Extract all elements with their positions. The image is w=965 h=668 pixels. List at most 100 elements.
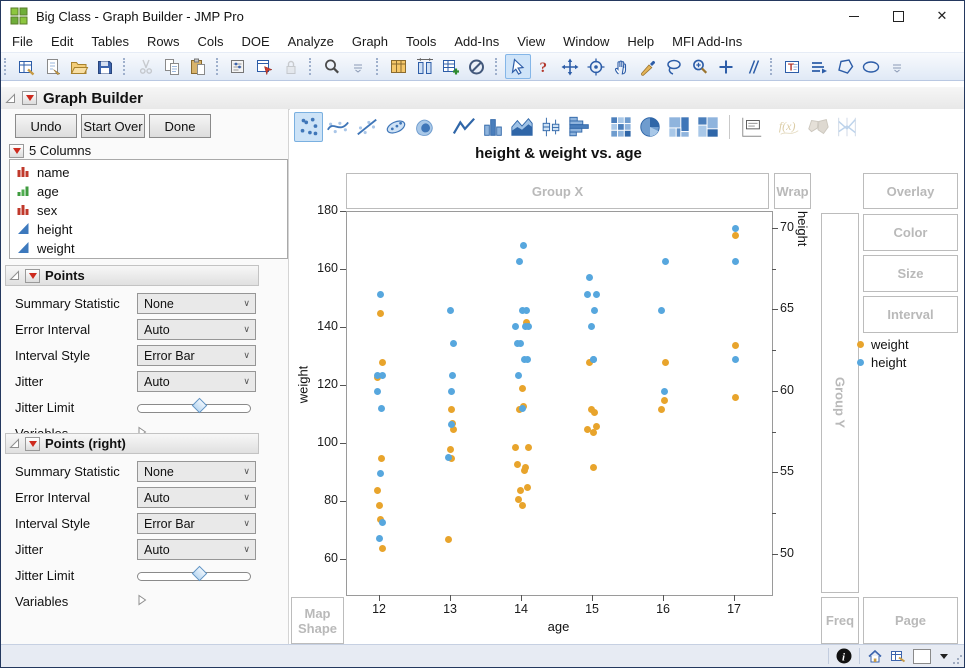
data-point-weight[interactable]: [661, 359, 669, 367]
column-item-age[interactable]: age: [10, 182, 287, 201]
new-journal-icon[interactable]: [40, 54, 66, 79]
data-point-weight[interactable]: [514, 495, 522, 503]
outline-disclosure-icon[interactable]: [5, 92, 16, 104]
column-item-weight[interactable]: weight: [10, 239, 287, 258]
toolbar-group-handle[interactable]: [309, 58, 315, 75]
data-point-height[interactable]: [377, 469, 385, 477]
save-icon[interactable]: [92, 54, 118, 79]
error-interval-select[interactable]: Auto ∨: [137, 487, 256, 508]
drop-zone-interval[interactable]: Interval: [863, 296, 958, 333]
drop-zone-wrap[interactable]: Wrap: [774, 173, 811, 209]
variables-disclosure-icon[interactable]: [137, 593, 147, 611]
data-point-height[interactable]: [448, 372, 456, 380]
data-point-height[interactable]: [374, 388, 382, 396]
script-window-icon[interactable]: [252, 54, 278, 79]
data-point-weight[interactable]: [514, 460, 522, 468]
panel-header-points[interactable]: Points: [5, 265, 259, 286]
drop-zone-color[interactable]: Color: [863, 214, 958, 251]
data-point-weight[interactable]: [590, 429, 598, 436]
paste-icon[interactable]: [185, 54, 211, 79]
line-annotation-icon[interactable]: [806, 54, 832, 79]
home-icon[interactable]: [867, 648, 883, 664]
interval-style-select[interactable]: Error Bar ∨: [137, 513, 256, 534]
data-point-height[interactable]: [516, 258, 524, 266]
data-point-height[interactable]: [583, 290, 591, 298]
element-box-plot-icon[interactable]: [536, 112, 565, 142]
copy-icon[interactable]: [159, 54, 185, 79]
element-heatmap-icon[interactable]: [606, 112, 635, 142]
toolbar-group-handle[interactable]: [495, 58, 501, 75]
column-item-name[interactable]: name: [10, 163, 287, 182]
drop-zone-page[interactable]: Page: [863, 597, 958, 644]
data-point-height[interactable]: [593, 290, 601, 298]
toolbar-group-handle[interactable]: [4, 58, 10, 75]
data-point-height[interactable]: [586, 274, 593, 282]
title-bar[interactable]: Big Class - Graph Builder - JMP Pro ✕: [1, 1, 964, 31]
scatter-plot-area[interactable]: [346, 211, 773, 596]
new-data-table-icon[interactable]: [14, 54, 40, 79]
data-point-height[interactable]: [376, 290, 384, 298]
polygon-annotation-icon[interactable]: [832, 54, 858, 79]
red-triangle-menu-icon[interactable]: [25, 436, 40, 451]
data-point-weight[interactable]: [661, 397, 669, 405]
x-axis-title[interactable]: age: [346, 619, 771, 634]
move-tool-icon[interactable]: [557, 54, 583, 79]
drop-zone-freq[interactable]: Freq: [821, 597, 859, 644]
menu-tables[interactable]: Tables: [82, 32, 138, 51]
display-swatch-icon[interactable]: [913, 648, 931, 664]
data-point-weight[interactable]: [590, 408, 598, 416]
data-point-weight[interactable]: [731, 394, 739, 402]
data-point-weight[interactable]: [517, 487, 525, 495]
menu-window[interactable]: Window: [554, 32, 618, 51]
data-point-weight[interactable]: [378, 545, 386, 553]
interval-style-select[interactable]: Error Bar ∨: [137, 345, 256, 366]
data-point-weight[interactable]: [518, 385, 526, 393]
data-point-weight[interactable]: [377, 455, 385, 463]
data-point-height[interactable]: [379, 372, 387, 380]
data-point-height[interactable]: [375, 535, 383, 543]
jitter-select[interactable]: Auto ∨: [137, 539, 256, 560]
menu-edit[interactable]: Edit: [42, 32, 82, 51]
data-point-height[interactable]: [378, 518, 386, 526]
data-point-weight[interactable]: [523, 484, 531, 492]
drop-zone-size[interactable]: Size: [863, 255, 958, 292]
data-point-height[interactable]: [731, 355, 739, 363]
toolbar-group-handle[interactable]: [216, 58, 222, 75]
menu-view[interactable]: View: [508, 32, 554, 51]
right-y-axis-title[interactable]: height: [795, 211, 810, 594]
data-point-weight[interactable]: [589, 463, 597, 471]
data-point-height[interactable]: [523, 355, 531, 363]
add-rows-icon[interactable]: [438, 54, 464, 79]
element-histogram-icon[interactable]: [565, 112, 594, 142]
data-point-height[interactable]: [661, 258, 669, 266]
legend-item-weight[interactable]: weight: [857, 335, 909, 353]
element-contour-icon[interactable]: [410, 112, 439, 142]
undo-button[interactable]: Undo: [15, 114, 77, 138]
red-triangle-menu-icon[interactable]: [22, 91, 37, 105]
data-point-height[interactable]: [519, 241, 527, 249]
element-pie-icon[interactable]: [635, 112, 664, 142]
element-line-of-fit-icon[interactable]: [352, 112, 381, 142]
line-segment-tool-icon[interactable]: [739, 54, 765, 79]
data-point-height[interactable]: [731, 225, 739, 233]
data-point-height[interactable]: [377, 404, 385, 412]
search-icon[interactable]: [319, 54, 345, 79]
info-circle-icon[interactable]: i: [836, 648, 852, 664]
open-icon[interactable]: [66, 54, 92, 79]
summary-statistic-select[interactable]: None ∨: [137, 293, 256, 314]
menu-tools[interactable]: Tools: [397, 32, 445, 51]
data-point-height[interactable]: [514, 339, 522, 347]
data-point-height[interactable]: [524, 323, 532, 331]
element-smoother-icon[interactable]: [323, 112, 352, 142]
brush-icon[interactable]: [635, 54, 661, 79]
element-ellipse-icon[interactable]: [381, 112, 410, 142]
menu-file[interactable]: File: [3, 32, 42, 51]
element-caption-box-icon[interactable]: [737, 112, 766, 142]
summary-statistic-select[interactable]: None ∨: [137, 461, 256, 482]
window-close-button[interactable]: ✕: [920, 1, 964, 31]
data-point-weight[interactable]: [732, 341, 740, 349]
data-point-height[interactable]: [514, 372, 522, 380]
data-point-weight[interactable]: [658, 405, 666, 413]
column-item-sex[interactable]: sex: [10, 201, 287, 220]
data-point-weight[interactable]: [374, 487, 382, 495]
